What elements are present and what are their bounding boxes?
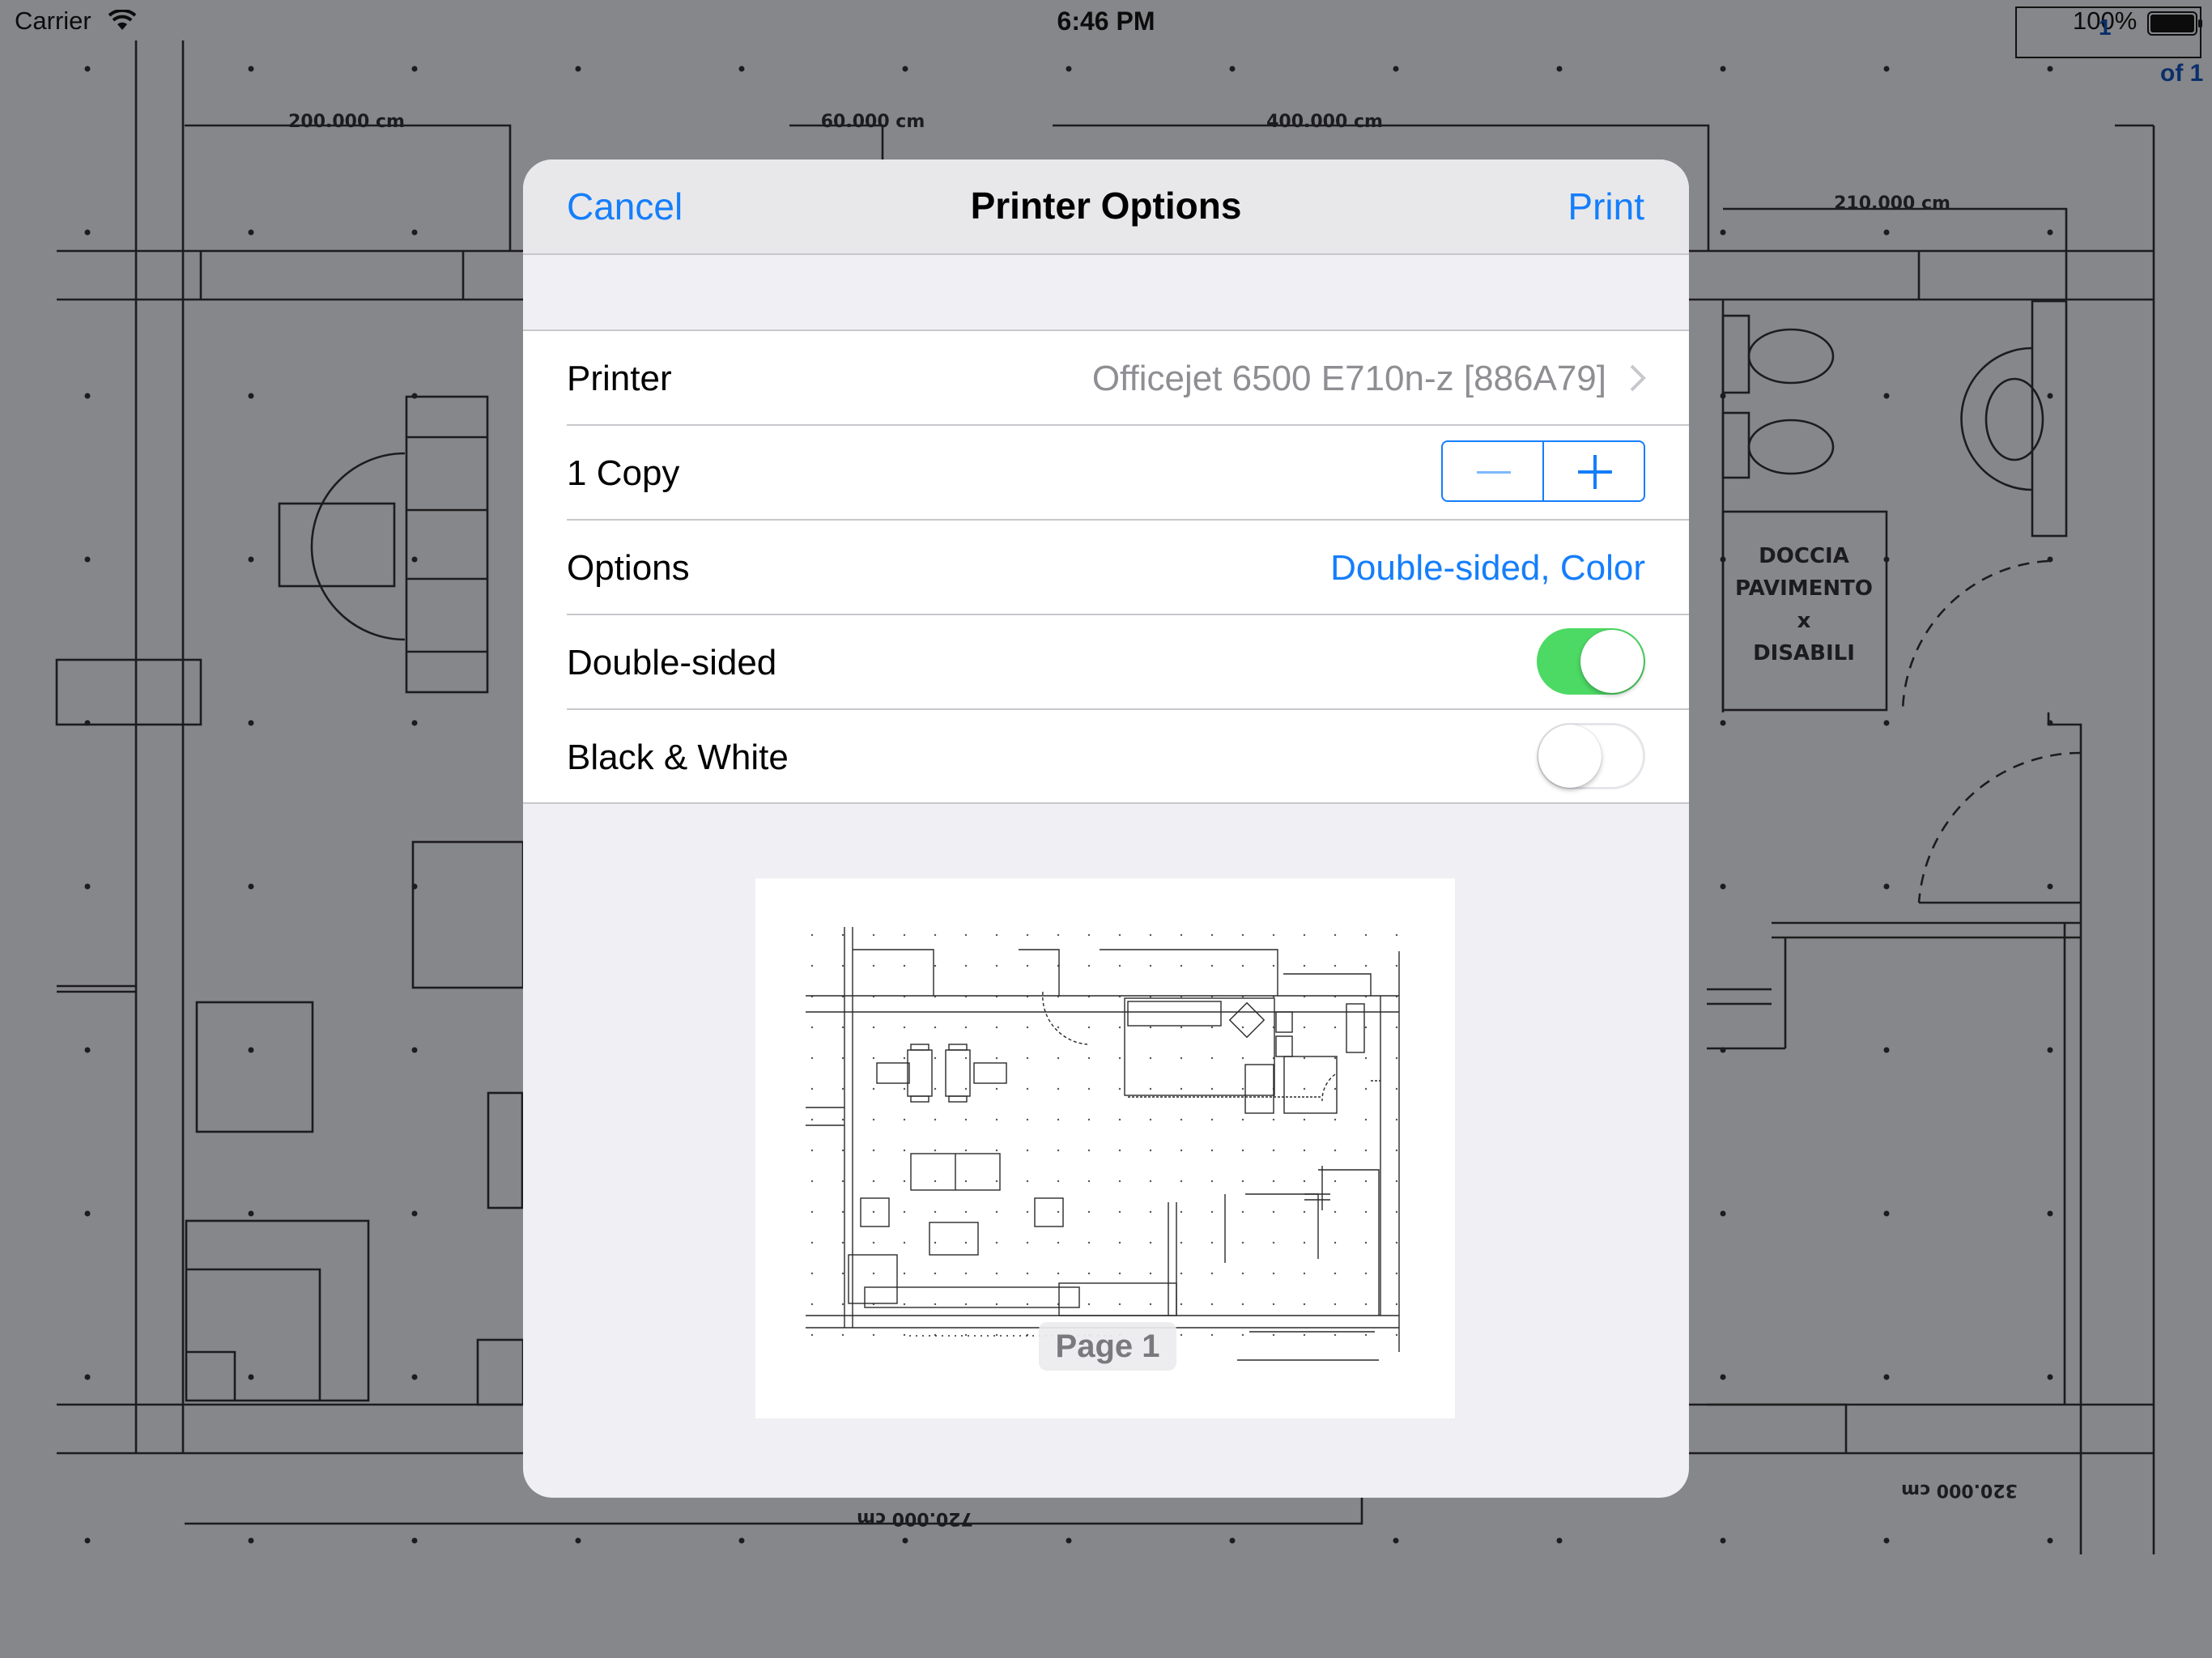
increment-button[interactable] — [1542, 442, 1644, 500]
black-white-switch[interactable] — [1537, 723, 1645, 789]
status-time: 6:46 PM — [1057, 6, 1155, 36]
room-label: PAVIMENTO — [1735, 576, 1873, 601]
preview-page-thumbnail[interactable]: Page 1 — [755, 878, 1455, 1418]
dimension-label: 60.000 cm — [821, 112, 925, 132]
print-preview-area: Page 1 — [523, 804, 1689, 1498]
copies-row: 1 Copy — [523, 426, 1689, 521]
dimension-label: 210.000 cm — [1834, 193, 1950, 214]
sheet-title: Printer Options — [970, 185, 1242, 227]
switch-knob — [1580, 630, 1644, 693]
double-sided-label: Double-sided — [567, 643, 777, 682]
black-white-label: Black & White — [567, 738, 789, 777]
double-sided-switch[interactable] — [1537, 628, 1645, 695]
printer-options-sheet: Cancel Printer Options Print Printer Off… — [523, 159, 1689, 1498]
status-bar: Carrier 6:46 PM 100% 1 of 1 — [0, 0, 2212, 87]
copies-label: 1 Copy — [567, 453, 680, 493]
page-number: 1 — [2099, 15, 2112, 40]
options-value[interactable]: Double-sided, Color — [1330, 548, 1645, 589]
printer-row[interactable]: Printer Officejet 6500 E710n-z [886A79] — [523, 331, 1689, 426]
black-white-row: Black & White — [523, 710, 1689, 805]
switch-knob — [1538, 725, 1602, 788]
dimension-label: 400.000 cm — [1266, 112, 1383, 132]
print-button[interactable]: Print — [1568, 185, 1644, 228]
printer-name: Officejet 6500 E710n-z [886A79] — [1091, 359, 1606, 398]
room-label: DISABILI — [1753, 641, 1855, 665]
page-number-label: Page 1 — [1039, 1322, 1176, 1371]
options-table: Printer Officejet 6500 E710n-z [886A79] … — [523, 329, 1689, 804]
nav-bar: Cancel Printer Options Print — [523, 159, 1689, 255]
double-sided-row: Double-sided — [523, 615, 1689, 710]
dimension-label: 720.000 cm — [857, 1508, 973, 1528]
copies-stepper[interactable] — [1441, 440, 1645, 502]
page-total: of 1 — [2160, 60, 2204, 87]
room-label: DOCCIA — [1759, 544, 1849, 568]
options-row[interactable]: Options Double-sided, Color — [523, 521, 1689, 615]
minus-icon — [1477, 471, 1511, 474]
dimension-label: 320.000 cm — [1901, 1480, 2018, 1500]
printer-label: Printer — [567, 359, 672, 398]
decrement-button[interactable] — [1443, 442, 1542, 500]
options-label: Options — [567, 548, 690, 588]
chevron-right-icon — [1630, 364, 1646, 392]
room-label: x — [1797, 609, 1811, 633]
dimension-label: 200.000 cm — [288, 112, 405, 132]
